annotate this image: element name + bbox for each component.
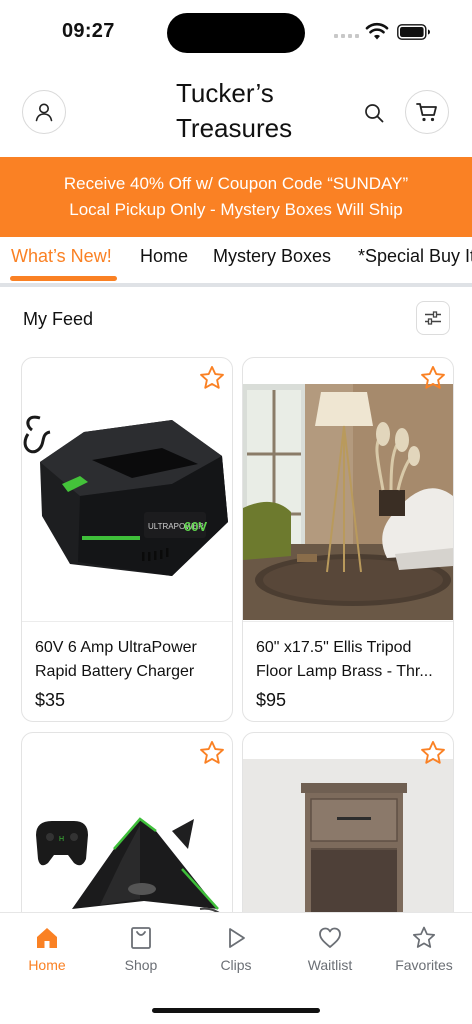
product-image: ULTRAPOWER 60V [22, 384, 232, 620]
tabs-divider [0, 283, 472, 287]
filter-button[interactable] [416, 301, 450, 335]
nav-favorites-label: Favorites [395, 957, 453, 973]
tab-mystery-boxes[interactable]: Mystery Boxes [213, 246, 331, 267]
nav-shop-label: Shop [124, 957, 158, 973]
status-bar: 09:27 [0, 0, 472, 64]
product-image: H [22, 759, 232, 931]
battery-icon [397, 24, 430, 40]
product-name-line1: 60V 6 Amp UltraPower [35, 639, 197, 656]
nav-waitlist-label: Waitlist [307, 957, 353, 973]
product-card[interactable]: 60" x17.5" Ellis Tripod Floor Lamp Brass… [242, 357, 454, 722]
product-name: 60" x17.5" Ellis Tripod Floor Lamp Brass… [256, 636, 442, 684]
heart-icon [319, 927, 341, 948]
nav-clips[interactable]: Clips [189, 925, 283, 973]
store-header: Tucker’s Treasures [0, 64, 472, 158]
charger-60v-badge: 60V [184, 519, 207, 534]
sliders-icon [425, 311, 441, 325]
card-divider [22, 621, 232, 622]
card-divider [243, 621, 453, 622]
rc-glider-plane-image: H [22, 759, 232, 931]
promo-line-1: Receive 40% Off w/ Coupon Code “SUNDAY” [63, 174, 409, 193]
dynamic-island [167, 13, 305, 53]
cart-button[interactable] [405, 90, 449, 134]
account-button[interactable] [22, 90, 66, 134]
svg-text:H: H [59, 836, 64, 843]
product-image [243, 759, 453, 931]
product-price: $95 [256, 690, 287, 710]
product-name-line2: Rapid Battery Charger [35, 663, 195, 680]
home-indicator[interactable] [152, 1008, 320, 1013]
product-price: $35 [35, 690, 66, 710]
product-card[interactable]: ULTRAPOWER 60V 60V 6 Amp UltraPower Rapi… [21, 357, 233, 722]
search-icon [365, 104, 384, 123]
play-icon [229, 928, 245, 948]
status-time: 09:27 [62, 20, 115, 42]
user-icon [35, 103, 53, 122]
shopping-bag-icon [131, 927, 151, 949]
living-room-floor-lamp-image [243, 384, 453, 620]
store-name-line2: Treasures [176, 113, 293, 143]
favorite-star-icon[interactable] [419, 739, 447, 767]
nav-home-label: Home [28, 957, 66, 973]
cellular-signal-icon [334, 34, 359, 38]
tab-whats-new[interactable]: What’s New! [11, 246, 112, 267]
battery-charger-image: ULTRAPOWER 60V [22, 384, 232, 620]
product-card[interactable]: H [21, 732, 233, 932]
star-icon [412, 926, 436, 948]
product-name-line1: 60" x17.5" Ellis Tripod [256, 639, 412, 656]
nav-waitlist[interactable]: Waitlist [283, 925, 377, 973]
product-card[interactable] [242, 732, 454, 932]
nav-home[interactable]: Home [0, 925, 94, 973]
active-tab-indicator [10, 276, 117, 281]
tab-home[interactable]: Home [140, 246, 188, 267]
promo-line-2: Local Pickup Only - Mystery Boxes Will S… [69, 200, 403, 219]
wood-nightstand-image [243, 759, 453, 931]
nav-clips-label: Clips [220, 957, 252, 973]
store-name: Tucker’s Treasures [176, 76, 326, 146]
promo-banner[interactable]: Receive 40% Off w/ Coupon Code “SUNDAY” … [0, 157, 472, 237]
nav-favorites[interactable]: Favorites [377, 925, 471, 973]
favorite-star-icon[interactable] [419, 364, 447, 392]
feed-title: My Feed [23, 309, 94, 329]
search-button[interactable] [361, 100, 387, 126]
product-name-line2: Floor Lamp Brass - Thr... [256, 663, 433, 680]
tab-special-buy-it[interactable]: *Special Buy It [358, 246, 472, 267]
cart-icon [416, 103, 437, 122]
category-tabs: What’s New! Home Mystery Boxes *Special … [0, 237, 472, 284]
home-icon [37, 928, 57, 948]
product-name: 60V 6 Amp UltraPower Rapid Battery Charg… [35, 636, 221, 684]
product-image [243, 384, 453, 620]
favorite-star-icon[interactable] [198, 739, 226, 767]
favorite-star-icon[interactable] [198, 364, 226, 392]
nav-shop[interactable]: Shop [94, 925, 188, 973]
store-name-line1: Tucker’s [176, 78, 274, 108]
wifi-icon [365, 22, 389, 40]
